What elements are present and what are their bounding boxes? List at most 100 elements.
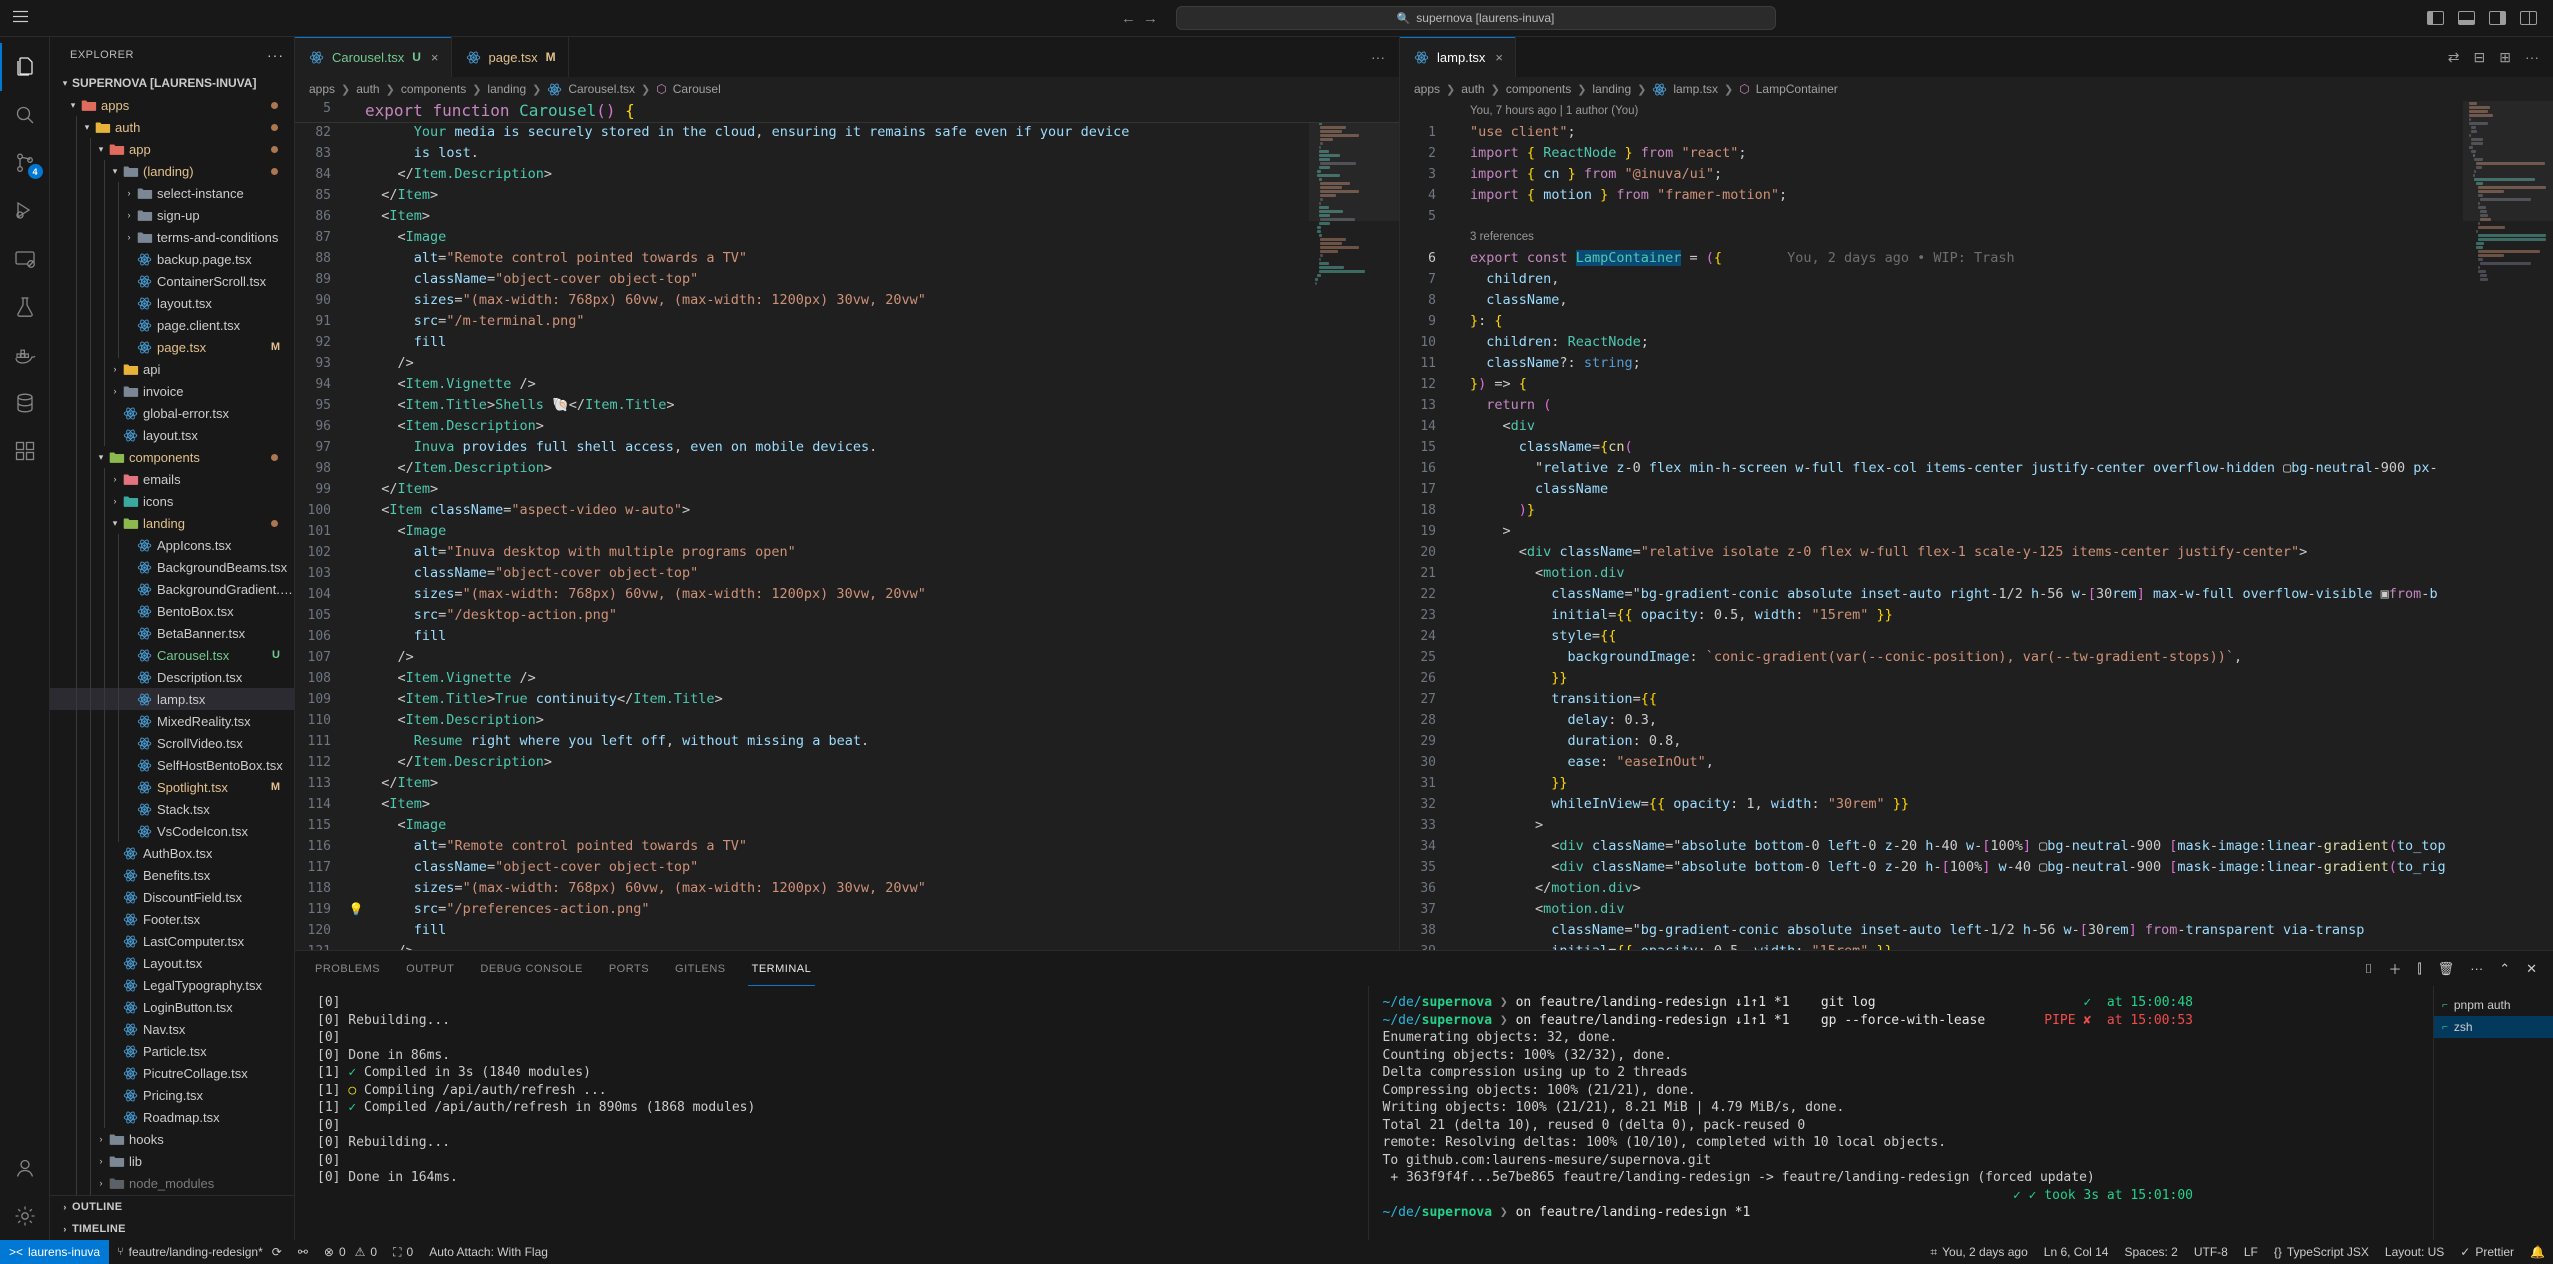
minimap-slider[interactable] [2463, 101, 2553, 221]
gutter-decoration[interactable] [347, 395, 365, 416]
breadcrumb-item[interactable]: Carousel.tsx [568, 82, 635, 96]
gutter-decoration[interactable] [1452, 437, 1470, 458]
tree-file-row[interactable]: ›Carousel.tsxU [50, 644, 294, 666]
gutter-decoration[interactable] [1452, 374, 1470, 395]
gutter-decoration[interactable] [347, 605, 365, 626]
status-indentation[interactable]: Spaces: 2 [2116, 1240, 2185, 1264]
terminal-list-item-zsh[interactable]: ⌐ zsh [2434, 1016, 2553, 1038]
tree-file-row[interactable]: ›Pricing.tsx [50, 1084, 294, 1106]
tree-folder-row[interactable]: ▾ (landing) [50, 160, 294, 182]
tab-lamp-tsx[interactable]: lamp.tsx × [1400, 37, 1516, 77]
gutter-decoration[interactable] [1452, 206, 1470, 227]
tree-folder-row[interactable]: › icons [50, 490, 294, 512]
tree-file-row[interactable]: ›global-error.tsx [50, 402, 294, 424]
activity-item-search[interactable] [0, 91, 50, 139]
gutter-decoration[interactable] [1452, 458, 1470, 479]
status-notifications[interactable]: 🔔 [2522, 1240, 2553, 1264]
gutter-decoration[interactable] [347, 668, 365, 689]
gutter-decoration[interactable] [347, 332, 365, 353]
gutter-decoration[interactable] [1452, 815, 1470, 836]
gutter-decoration[interactable] [1452, 164, 1470, 185]
status-problems[interactable]: ⊗ 0 ⚠ 0 [316, 1240, 385, 1264]
tree-folder-row[interactable]: › lib [50, 1150, 294, 1172]
status-cursor-position[interactable]: Ln 6, Col 14 [2036, 1240, 2117, 1264]
tree-folder-row[interactable]: › emails [50, 468, 294, 490]
status-eol[interactable]: LF [2236, 1240, 2266, 1264]
split-terminal-icon[interactable]: ⫿ [2418, 961, 2422, 977]
gutter-decoration[interactable] [1452, 248, 1470, 269]
activity-item-remote-explorer[interactable] [0, 235, 50, 283]
gutter-decoration[interactable] [1452, 773, 1470, 794]
gutter-decoration[interactable] [1452, 710, 1470, 731]
tree-folder-row[interactable]: ▾ auth [50, 116, 294, 138]
breadcrumb-item[interactable]: apps [309, 82, 335, 96]
gutter-decoration[interactable] [347, 143, 365, 164]
status-encoding[interactable]: UTF-8 [2186, 1240, 2236, 1264]
gutter-decoration[interactable] [1452, 794, 1470, 815]
sidebar-section-outline[interactable]: › OUTLINE [50, 1196, 294, 1218]
gutter-decoration[interactable] [347, 122, 365, 143]
gutter-decoration[interactable] [1452, 521, 1470, 542]
tree-file-row[interactable]: ›BackgroundGradient.tsx [50, 578, 294, 600]
activity-item-extensions[interactable] [0, 427, 50, 475]
status-language-mode[interactable]: {} TypeScript JSX [2266, 1240, 2377, 1264]
terminal-right[interactable]: ~/de/supernova ❯ on feautre/landing-rede… [1367, 986, 2434, 1240]
gutter-decoration[interactable] [347, 584, 365, 605]
customize-layout-icon[interactable] [2520, 11, 2537, 25]
tree-folder-row[interactable]: › sign-up [50, 204, 294, 226]
tree-file-row[interactable]: ›Roadmap.tsx [50, 1106, 294, 1128]
gutter-decoration[interactable] [1452, 416, 1470, 437]
tree-file-row[interactable]: ›DiscountField.tsx [50, 886, 294, 908]
gutter-decoration[interactable] [1452, 185, 1470, 206]
gutter-decoration[interactable] [347, 521, 365, 542]
back-arrow-icon[interactable]: ← [1118, 10, 1140, 27]
activity-item-testing[interactable] [0, 283, 50, 331]
gutter-decoration[interactable] [1452, 920, 1470, 941]
panel-tab-debug-console[interactable]: DEBUG CONSOLE [480, 951, 582, 986]
tree-folder-row[interactable]: ▾ landing [50, 512, 294, 534]
gutter-decoration[interactable]: 💡 [347, 899, 365, 920]
tree-file-row[interactable]: ›Spotlight.tsxM [50, 776, 294, 798]
gutter-decoration[interactable] [347, 374, 365, 395]
status-blame[interactable]: ⌗ You, 2 days ago [1922, 1240, 2035, 1264]
tree-folder-row[interactable]: › select-instance [50, 182, 294, 204]
tree-file-row[interactable]: ›LegalTypography.tsx [50, 974, 294, 996]
panel-tab-terminal[interactable]: TERMINAL [747, 951, 815, 986]
gutter-decoration[interactable] [1452, 752, 1470, 773]
minimap-right[interactable] [2463, 101, 2553, 950]
gutter-decoration[interactable] [347, 458, 365, 479]
gutter-decoration[interactable] [347, 878, 365, 899]
tree-folder-row[interactable]: ▾ apps [50, 94, 294, 116]
breadcrumb-item[interactable]: apps [1414, 82, 1440, 96]
gutter-decoration[interactable] [347, 185, 365, 206]
gutter-decoration[interactable] [347, 647, 365, 668]
hamburger-menu-icon[interactable] [12, 10, 29, 26]
activity-item-explorer[interactable] [0, 43, 50, 91]
activity-item-docker[interactable] [0, 331, 50, 379]
tree-file-row[interactable]: ›Stack.tsx [50, 798, 294, 820]
gutter-decoration[interactable] [1452, 500, 1470, 521]
tree-file-row[interactable]: ›AuthBox.tsx [50, 842, 294, 864]
tree-file-row[interactable]: ›Particle.tsx [50, 1040, 294, 1062]
gutter-decoration[interactable] [347, 752, 365, 773]
more-actions-icon[interactable]: ··· [2470, 961, 2483, 976]
tree-file-row[interactable]: ›BetaBanner.tsx [50, 622, 294, 644]
activity-item-database[interactable] [0, 379, 50, 427]
gutter-decoration[interactable] [1452, 731, 1470, 752]
gutter-decoration[interactable] [1452, 122, 1470, 143]
gutter-decoration[interactable] [1452, 143, 1470, 164]
gutter-decoration[interactable] [347, 920, 365, 941]
tree-file-row[interactable]: ›ContainerScroll.tsx [50, 270, 294, 292]
activity-item-run-and-debug[interactable] [0, 187, 50, 235]
open-changes-icon[interactable]: ⇄ [2448, 49, 2460, 66]
gutter-decoration[interactable] [347, 710, 365, 731]
tree-folder-row[interactable]: › node_modules [50, 1172, 294, 1194]
gutter-decoration[interactable] [347, 248, 365, 269]
sidebar-section-timeline[interactable]: › TIMELINE [50, 1218, 294, 1240]
status-prettier[interactable]: ✓ Prettier [2452, 1240, 2522, 1264]
gutter-decoration[interactable] [1452, 941, 1470, 950]
gutter-decoration[interactable] [347, 479, 365, 500]
tree-file-row[interactable]: ›backup.page.tsx [50, 248, 294, 270]
gutter-decoration[interactable] [1452, 353, 1470, 374]
gutter-decoration[interactable] [347, 227, 365, 248]
